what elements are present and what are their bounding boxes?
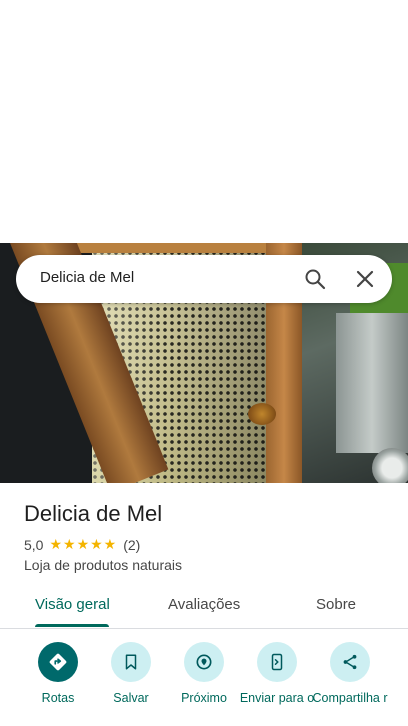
directions-icon (38, 642, 78, 682)
tab-bar: Visão geral Avaliações Sobre (0, 588, 408, 629)
frame-top (60, 243, 300, 253)
star-rating: ★★★★★ (49, 536, 118, 552)
place-title: Delicia de Mel (24, 501, 163, 526)
bee (248, 403, 276, 425)
send-to-phone-icon (257, 642, 297, 682)
send-to-phone-label: Enviar para o (239, 691, 315, 705)
review-count: (2) (123, 536, 141, 553)
nearby-label: Próximo (181, 691, 227, 705)
rating-value: 5,0 (24, 536, 44, 553)
bookmark-icon (111, 642, 151, 682)
photo-detail (372, 448, 408, 483)
share-icon (330, 642, 370, 682)
share-button[interactable]: Compartilha r (312, 642, 388, 705)
tab-reviews[interactable]: Avaliações (168, 596, 240, 613)
search-icon[interactable] (303, 267, 327, 291)
directions-label: Rotas (41, 691, 75, 705)
rating-row[interactable]: 5,0 ★★★★★ (2) (24, 536, 140, 553)
tab-overview[interactable]: Visão geral (35, 596, 110, 613)
tab-indicator (35, 624, 109, 627)
nearby-button[interactable]: Próximo (166, 642, 242, 705)
nearby-icon (184, 642, 224, 682)
photo-detail (336, 313, 408, 453)
save-button[interactable]: Salvar (93, 642, 169, 705)
save-label: Salvar (113, 691, 149, 705)
tab-about[interactable]: Sobre (316, 596, 356, 613)
search-bar[interactable]: Delicia de Mel (16, 255, 392, 303)
close-icon[interactable] (353, 267, 377, 291)
share-label: Compartilha r (312, 691, 388, 705)
action-bar: Rotas Salvar Próximo Enviar para o Compa… (0, 640, 408, 726)
place-category: Loja de produtos naturais (24, 557, 182, 573)
search-input[interactable]: Delicia de Mel (40, 269, 134, 286)
directions-button[interactable]: Rotas (20, 642, 96, 705)
send-to-phone-button[interactable]: Enviar para o (239, 642, 315, 705)
